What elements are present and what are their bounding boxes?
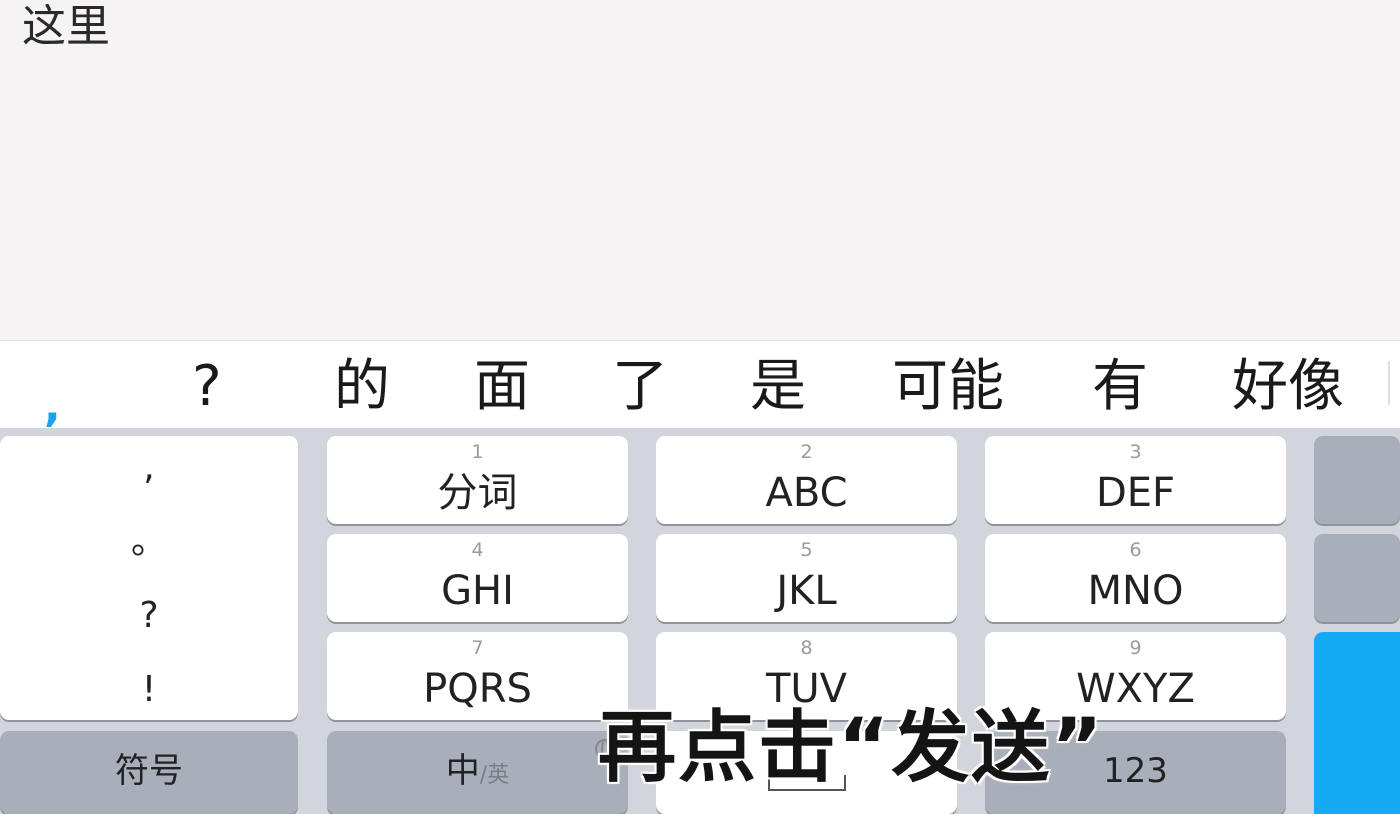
key-5-jkl[interactable]: 5 JKL <box>656 534 957 622</box>
candidate-item[interactable]: 是 <box>750 355 806 419</box>
key-letters: PQRS <box>423 666 532 712</box>
lang-sub-label: /英 <box>479 763 510 788</box>
key-number: 1 <box>471 441 484 463</box>
chinese-english-toggle-key[interactable]: 中/英 <box>327 731 628 814</box>
candidate-item[interactable]: 的 <box>334 355 390 419</box>
symbols-key[interactable]: 符号 <box>0 731 298 814</box>
delete-key[interactable] <box>1314 436 1400 524</box>
punct-comma-key[interactable]: , <box>0 448 298 488</box>
key-number: 3 <box>1129 441 1142 463</box>
key-letters: JKL <box>776 568 837 614</box>
candidate-item[interactable]: 好像 <box>1232 355 1344 419</box>
key-letters: ABC <box>765 470 848 516</box>
key-letters: DEF <box>1095 470 1176 516</box>
key-letters: GHI <box>441 568 514 614</box>
punct-question-key[interactable]: ? <box>0 596 298 636</box>
punctuation-column[interactable]: , 。 ? ! <box>0 436 298 720</box>
key-number: 8 <box>800 637 813 659</box>
candidate-bar: , ? 的 面 了 是 可能 有 好像 <box>0 340 1400 432</box>
send-key[interactable] <box>1314 632 1400 814</box>
punct-exclaim-key[interactable]: ! <box>0 670 298 710</box>
punct-period-key[interactable]: 。 <box>0 522 298 562</box>
key-1-fenci[interactable]: 1 分词 <box>327 436 628 524</box>
key-2-abc[interactable]: 2 ABC <box>656 436 957 524</box>
key-letters: MNO <box>1087 568 1184 614</box>
symbols-label: 符号 <box>115 751 183 791</box>
candidate-divider <box>1388 361 1390 405</box>
key-3-def[interactable]: 3 DEF <box>985 436 1286 524</box>
lang-main-label: 中 <box>445 751 480 791</box>
key-letters: 分词 <box>437 470 518 516</box>
lang-toggle-label: 中/英 <box>327 751 628 796</box>
candidate-item[interactable]: 面 <box>474 355 530 419</box>
candidate-item[interactable]: ? <box>192 355 222 419</box>
message-input-area[interactable]: 这里 <box>0 0 1400 340</box>
key-number: 6 <box>1129 539 1142 561</box>
key-number: 5 <box>800 539 813 561</box>
key-number: 9 <box>1129 637 1142 659</box>
reenter-key[interactable] <box>1314 534 1400 622</box>
candidate-item[interactable]: 了 <box>612 355 668 419</box>
key-4-ghi[interactable]: 4 GHI <box>327 534 628 622</box>
candidate-item[interactable]: 可能 <box>892 355 1004 419</box>
typed-text: 这里 <box>22 1 110 52</box>
key-number: 4 <box>471 539 484 561</box>
candidate-item[interactable]: 有 <box>1092 355 1148 419</box>
key-number: 7 <box>471 637 484 659</box>
screen: 这里 , ? 的 面 了 是 可能 有 好像 , 。 ? ! 1 分词 2 AB… <box>0 0 1400 814</box>
key-number: 2 <box>800 441 813 463</box>
key-6-mno[interactable]: 6 MNO <box>985 534 1286 622</box>
key-7-pqrs[interactable]: 7 PQRS <box>327 632 628 720</box>
video-subtitle: 再点击“发送” <box>598 703 1105 793</box>
